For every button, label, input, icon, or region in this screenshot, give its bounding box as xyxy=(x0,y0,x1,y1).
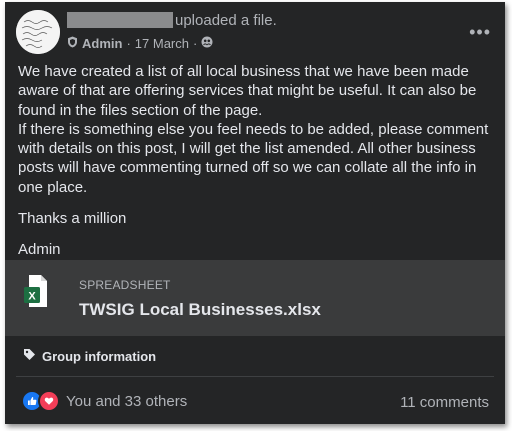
file-type-label: SPREADSHEET xyxy=(79,278,171,292)
post-header: uploaded a file. Admin · 17 March · ••• xyxy=(5,2,505,54)
reactions-count[interactable]: You and 33 others xyxy=(66,393,187,410)
comments-count[interactable]: 11 comments xyxy=(400,394,489,411)
reactions-summary[interactable]: You and 33 others xyxy=(21,390,187,412)
avatar[interactable] xyxy=(16,10,60,54)
post-body: We have created a list of all local busi… xyxy=(18,62,498,260)
excel-file-icon: X xyxy=(23,272,49,312)
meta-separator: · xyxy=(193,36,198,51)
divider xyxy=(16,376,494,377)
action-text: uploaded a file. xyxy=(175,12,277,29)
post-card: uploaded a file. Admin · 17 March · ••• … xyxy=(5,2,505,424)
group-information-label: Group information xyxy=(42,348,157,364)
shield-icon xyxy=(67,36,78,51)
love-icon xyxy=(38,390,60,412)
file-name[interactable]: TWSIG Local Businesses.xlsx xyxy=(79,300,321,320)
group-information-link[interactable]: Group information xyxy=(23,348,156,364)
author-name-redacted[interactable] xyxy=(67,12,173,28)
post-date[interactable]: 17 March xyxy=(135,36,189,51)
tag-icon xyxy=(23,348,36,364)
post-paragraph: We have created a list of all local busi… xyxy=(18,63,477,119)
post-signature: Admin xyxy=(18,241,61,259)
post-meta: Admin · 17 March · xyxy=(67,36,213,51)
file-attachment[interactable]: X SPREADSHEET TWSIG Local Businesses.xls… xyxy=(5,260,505,336)
author-role: Admin xyxy=(82,36,123,51)
svg-text:X: X xyxy=(28,291,36,303)
post-paragraph: If there is something else you feel need… xyxy=(18,120,489,196)
meta-separator: · xyxy=(126,36,131,51)
post-paragraph: Thanks a million xyxy=(18,210,127,228)
more-options-icon[interactable]: ••• xyxy=(469,22,491,43)
group-members-icon xyxy=(201,36,213,51)
